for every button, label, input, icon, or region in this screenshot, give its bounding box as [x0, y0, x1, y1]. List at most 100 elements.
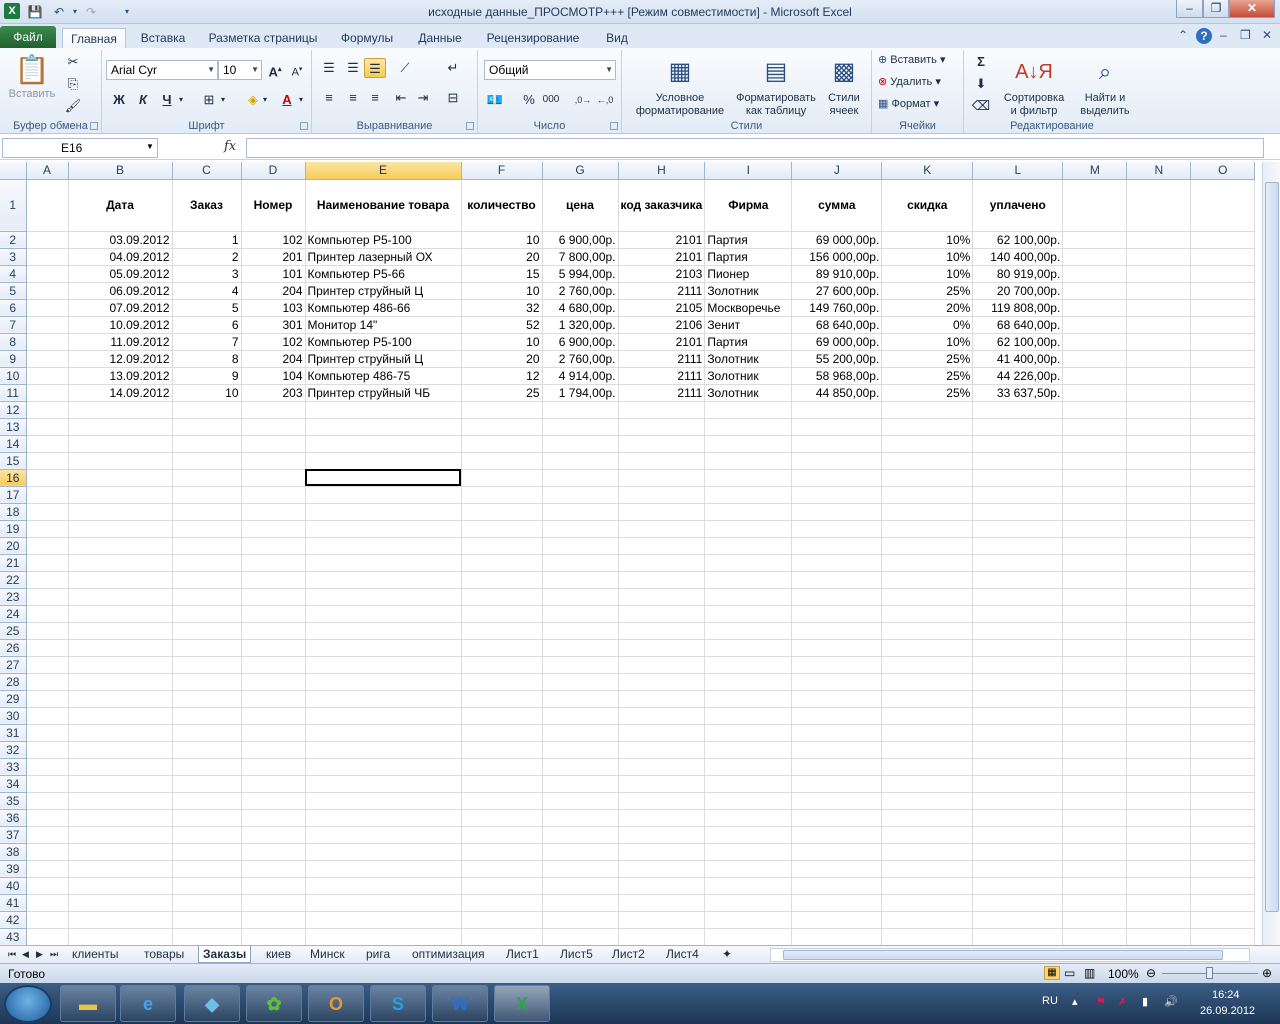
cell[interactable] — [542, 928, 619, 945]
cell[interactable] — [972, 486, 1064, 504]
cell[interactable] — [26, 333, 69, 351]
row-header[interactable]: 30 — [0, 707, 27, 725]
tab-page-layout[interactable]: Разметка страницы — [202, 28, 324, 48]
start-button[interactable] — [4, 985, 52, 1023]
cell[interactable]: 8 — [171, 349, 242, 368]
cell[interactable] — [881, 639, 974, 657]
cell[interactable]: 7 800,00р. — [541, 247, 619, 266]
cell[interactable] — [172, 588, 242, 606]
cell[interactable]: 62 100,00р. — [972, 230, 1064, 249]
sheet-tab[interactable]: товары — [140, 946, 188, 963]
cell[interactable] — [704, 605, 793, 623]
sheet-tab[interactable]: Лист5 — [556, 946, 597, 963]
cell[interactable]: 2105 — [617, 298, 706, 317]
cell[interactable] — [1126, 452, 1192, 470]
cell[interactable] — [618, 792, 706, 810]
cell[interactable] — [1062, 503, 1128, 521]
cell[interactable] — [172, 894, 242, 912]
row-header[interactable]: 23 — [0, 588, 27, 606]
cell[interactable] — [172, 639, 242, 657]
cell[interactable]: 10 — [460, 281, 543, 300]
row-header[interactable]: 22 — [0, 571, 27, 589]
cell[interactable] — [241, 571, 306, 589]
cell[interactable] — [618, 622, 706, 640]
cell[interactable] — [1062, 690, 1128, 708]
column-header[interactable]: A — [26, 162, 69, 180]
cell[interactable] — [172, 401, 242, 419]
cell[interactable] — [68, 401, 173, 419]
cell[interactable]: 2101 — [617, 230, 706, 249]
cell[interactable] — [1126, 418, 1192, 436]
cell[interactable] — [172, 928, 242, 945]
cell[interactable]: 156 000,00р. — [791, 247, 883, 266]
cell[interactable]: сумма — [791, 178, 883, 232]
cell[interactable]: 32 — [460, 298, 543, 317]
cell[interactable]: 101 — [240, 264, 306, 283]
cell[interactable] — [704, 911, 793, 929]
cell[interactable] — [972, 656, 1064, 674]
cell[interactable] — [791, 452, 883, 470]
cell[interactable] — [241, 775, 306, 793]
cell[interactable] — [1190, 826, 1256, 844]
column-header[interactable]: B — [68, 162, 173, 180]
chevron-down-icon[interactable]: ▼ — [146, 142, 154, 151]
cell[interactable] — [881, 860, 974, 878]
cell[interactable] — [26, 809, 69, 827]
row-header[interactable]: 19 — [0, 520, 27, 538]
row-header[interactable]: 29 — [0, 690, 27, 708]
cell[interactable]: 25% — [881, 281, 974, 300]
cell[interactable] — [618, 588, 706, 606]
cell[interactable] — [26, 282, 69, 300]
format-as-table-button[interactable]: ▤ Форматировать как таблицу — [734, 52, 818, 118]
cell[interactable] — [618, 435, 706, 453]
cell[interactable] — [542, 792, 619, 810]
cell[interactable] — [972, 690, 1064, 708]
cell[interactable] — [305, 588, 462, 606]
cell[interactable] — [172, 826, 242, 844]
fill-icon[interactable]: ⬇ — [970, 74, 992, 94]
help-icon[interactable]: ? — [1196, 28, 1212, 44]
cell[interactable] — [542, 894, 619, 912]
cell[interactable] — [1190, 809, 1256, 827]
cell[interactable] — [1126, 554, 1192, 572]
cell[interactable] — [1190, 741, 1256, 759]
cell[interactable] — [241, 741, 306, 759]
cell[interactable] — [461, 503, 543, 521]
row-header[interactable]: 21 — [0, 554, 27, 572]
cell[interactable] — [305, 435, 462, 453]
cell[interactable] — [881, 554, 974, 572]
cell[interactable] — [972, 537, 1064, 555]
cell[interactable] — [1190, 316, 1256, 334]
cell[interactable] — [1062, 418, 1128, 436]
cell[interactable] — [618, 503, 706, 521]
cell[interactable] — [972, 435, 1064, 453]
sheet-tab[interactable]: рига — [362, 946, 394, 963]
cell[interactable] — [461, 792, 543, 810]
cell[interactable] — [704, 928, 793, 945]
cell[interactable] — [68, 537, 173, 555]
cell-styles-button[interactable]: ▩ Стили ячеек — [820, 52, 868, 118]
cell[interactable] — [305, 911, 462, 929]
cell[interactable] — [1126, 350, 1192, 368]
cell[interactable] — [881, 843, 974, 861]
cell[interactable] — [1126, 724, 1192, 742]
cell[interactable] — [1062, 826, 1128, 844]
cell[interactable] — [1126, 673, 1192, 691]
row-header[interactable]: 14 — [0, 435, 27, 453]
cell[interactable] — [972, 894, 1064, 912]
cell[interactable]: 89 910,00р. — [791, 264, 883, 283]
cell[interactable]: 140 400,00р. — [972, 247, 1064, 266]
cell[interactable] — [704, 724, 793, 742]
row-header[interactable]: 2 — [0, 231, 27, 249]
cell[interactable] — [1062, 571, 1128, 589]
cell[interactable] — [791, 911, 883, 929]
cell[interactable] — [172, 486, 242, 504]
cell[interactable] — [881, 911, 974, 929]
cell[interactable] — [172, 843, 242, 861]
cell[interactable] — [1190, 282, 1256, 300]
borders-icon[interactable]: ⊞ — [198, 90, 220, 110]
explorer-taskbar-button[interactable]: ▬ — [60, 985, 116, 1022]
tab-review[interactable]: Рецензирование — [480, 28, 586, 48]
percent-format-icon[interactable]: % — [518, 90, 540, 110]
cell[interactable] — [305, 690, 462, 708]
